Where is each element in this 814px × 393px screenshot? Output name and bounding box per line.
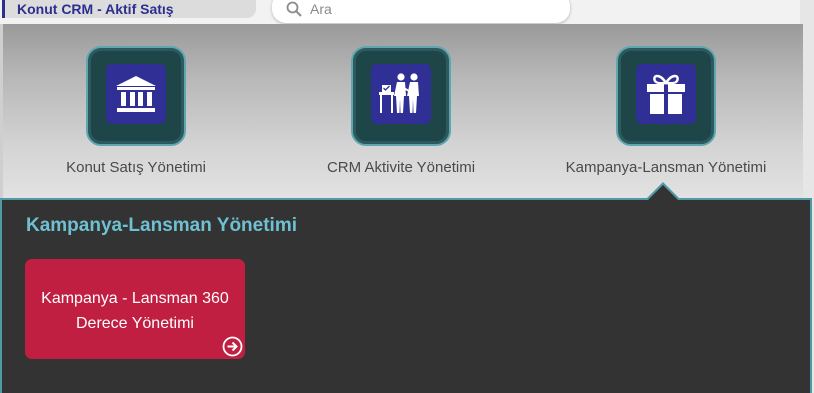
card-label-line1: Kampanya - Lansman 360 xyxy=(41,290,229,307)
gift-icon xyxy=(647,74,685,114)
search-icon xyxy=(286,1,302,17)
menu-item-label: CRM Aktivite Yönetimi xyxy=(326,159,476,176)
card-label: Kampanya - Lansman 360 Derece Yönetimi xyxy=(25,286,245,336)
menu-item-crm-aktivite[interactable]: CRM Aktivite Yönetimi xyxy=(281,46,521,186)
module-menu: Konut Satış Yönetimi CRM Aktivite Yöneti… xyxy=(0,24,803,199)
menu-item-label: Konut Satış Yönetimi xyxy=(66,159,206,176)
menu-icon-frame xyxy=(616,46,716,146)
selected-item-pointer-fill xyxy=(648,185,678,200)
menu-icon-frame xyxy=(86,46,186,146)
menu-icon-frame xyxy=(351,46,451,146)
app-title-tab[interactable]: Konut CRM - Aktif Satış xyxy=(2,0,256,18)
top-bar: Konut CRM - Aktif Satış xyxy=(0,0,814,24)
card-label-line2: Derece Yönetimi xyxy=(76,315,194,332)
menu-item-label: Kampanya-Lansman Yönetimi xyxy=(565,159,767,176)
search-input[interactable] xyxy=(310,1,550,17)
kampanya-lansman-360-card[interactable]: Kampanya - Lansman 360 Derece Yönetimi xyxy=(25,259,245,359)
menu-item-kampanya-lansman[interactable]: Kampanya-Lansman Yönetimi xyxy=(546,46,786,186)
submenu-panel: Kampanya-Lansman Yönetimi Kampanya - Lan… xyxy=(0,198,812,393)
panel-title: Kampanya-Lansman Yönetimi xyxy=(26,215,298,236)
arrow-circle-right-icon[interactable] xyxy=(222,336,243,357)
app-title: Konut CRM - Aktif Satış xyxy=(17,1,174,17)
meeting-handshake-icon xyxy=(379,73,419,113)
search-box[interactable] xyxy=(272,0,570,23)
menu-item-konut-satis[interactable]: Konut Satış Yönetimi xyxy=(16,46,256,186)
bank-icon xyxy=(116,76,156,112)
